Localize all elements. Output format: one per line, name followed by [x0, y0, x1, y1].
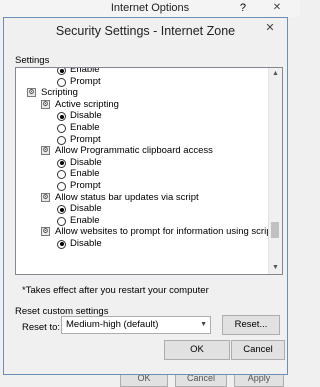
tree-item-label: Allow websites to prompt for information…: [55, 226, 282, 238]
parent-close-button[interactable]: ✕: [260, 0, 294, 15]
parent-window-title: Internet Options: [0, 0, 300, 17]
tree-item-label: Allow status bar updates via script: [55, 191, 199, 203]
tree-item-label: Enable: [70, 67, 100, 75]
tree-setting: ⚙ Allow status bar updates via script: [16, 192, 270, 204]
radio-option[interactable]: Disable: [16, 203, 270, 215]
radio-checked-icon[interactable]: [57, 205, 66, 215]
reset-level-value: Medium-high (default): [66, 319, 159, 330]
radio-option[interactable]: Enable: [16, 168, 270, 180]
ok-button[interactable]: OK: [164, 340, 230, 360]
parent-button-bar: OK Cancel Apply: [0, 374, 300, 387]
tree-item-label: Disable: [70, 110, 102, 122]
tree-item-label: Enable: [70, 121, 100, 133]
radio-option[interactable]: Disable: [16, 157, 270, 169]
tree-setting: ⚙ Active scripting: [16, 99, 270, 111]
radio-checked-icon[interactable]: [57, 68, 66, 75]
tree-item-label: Disable: [70, 237, 102, 249]
restart-note: *Takes effect after you restart your com…: [22, 285, 209, 296]
radio-unchecked-icon[interactable]: [57, 170, 66, 180]
radio-unchecked-icon[interactable]: [57, 77, 66, 87]
radio-unchecked-icon[interactable]: [57, 135, 66, 145]
vertical-scrollbar[interactable]: ▲ ▼: [268, 68, 282, 274]
tree-item-label: Enable: [70, 214, 100, 226]
setting-gear-icon: ⚙: [41, 227, 50, 237]
scroll-down-arrow-icon[interactable]: ▼: [269, 262, 282, 274]
radio-checked-icon[interactable]: [57, 112, 66, 122]
parent-cancel-button[interactable]: Cancel: [175, 374, 227, 387]
dialog-close-button[interactable]: ✕: [257, 19, 283, 37]
reset-button[interactable]: Reset...: [222, 315, 280, 335]
radio-option[interactable]: Enable: [16, 215, 270, 227]
scrollbar-thumb[interactable]: [271, 221, 279, 239]
tree-category: ⚙ Scripting: [16, 87, 270, 99]
radio-option[interactable]: Prompt: [16, 76, 270, 88]
radio-option[interactable]: Prompt: [16, 134, 270, 146]
tree-item-label: Prompt: [70, 133, 101, 145]
radio-unchecked-icon[interactable]: [57, 123, 66, 133]
dialog-title: Security Settings - Internet Zone: [55, 24, 236, 38]
chevron-down-icon: ▼: [200, 321, 207, 328]
radio-option[interactable]: Disable: [16, 110, 270, 122]
settings-label: Settings: [15, 55, 50, 66]
tree-item-label: Disable: [70, 156, 102, 168]
radio-checked-icon[interactable]: [57, 158, 66, 168]
scroll-up-arrow-icon[interactable]: ▲: [269, 68, 282, 80]
security-settings-dialog: Security Settings - Internet Zone ✕ Sett…: [3, 17, 288, 375]
tree-item-label: Disable: [70, 203, 102, 215]
radio-option[interactable]: Disable: [16, 238, 270, 250]
cancel-button[interactable]: Cancel: [231, 340, 285, 360]
tree-item-label: Prompt: [70, 179, 101, 191]
tree-item-label: Enable: [70, 168, 100, 180]
reset-level-select[interactable]: Medium-high (default) ▼: [61, 316, 211, 334]
settings-tree-rows: Enable Prompt ⚙ Scripting ⚙ Active scripting D…: [16, 67, 282, 250]
tree-item-label: Allow Programmatic clipboard access: [55, 145, 213, 157]
setting-gear-icon: ⚙: [41, 99, 50, 109]
radio-checked-icon[interactable]: [57, 239, 66, 249]
category-gear-icon: ⚙: [27, 88, 36, 98]
tree-item-label: Prompt: [70, 75, 101, 87]
help-button[interactable]: ?: [240, 0, 246, 17]
radio-option[interactable]: Enable: [16, 122, 270, 134]
radio-unchecked-icon[interactable]: [57, 181, 66, 191]
tree-item-label: Scripting: [41, 87, 78, 99]
settings-tree[interactable]: Enable Prompt ⚙ Scripting ⚙ Active scripting D…: [15, 67, 283, 275]
setting-gear-icon: ⚙: [41, 192, 50, 202]
reset-to-label: Reset to:: [22, 322, 61, 333]
tree-setting: ⚙ Allow Programmatic clipboard access: [16, 145, 270, 157]
radio-unchecked-icon[interactable]: [57, 216, 66, 226]
tree-item-label: Active scripting: [55, 98, 119, 110]
radio-option[interactable]: Enable: [16, 67, 270, 76]
tree-setting: ⚙ Allow websites to prompt for informatio…: [16, 226, 282, 238]
parent-ok-button[interactable]: OK: [120, 374, 168, 387]
parent-apply-button[interactable]: Apply: [234, 374, 284, 387]
setting-gear-icon: ⚙: [41, 146, 50, 156]
radio-option[interactable]: Prompt: [16, 180, 270, 192]
